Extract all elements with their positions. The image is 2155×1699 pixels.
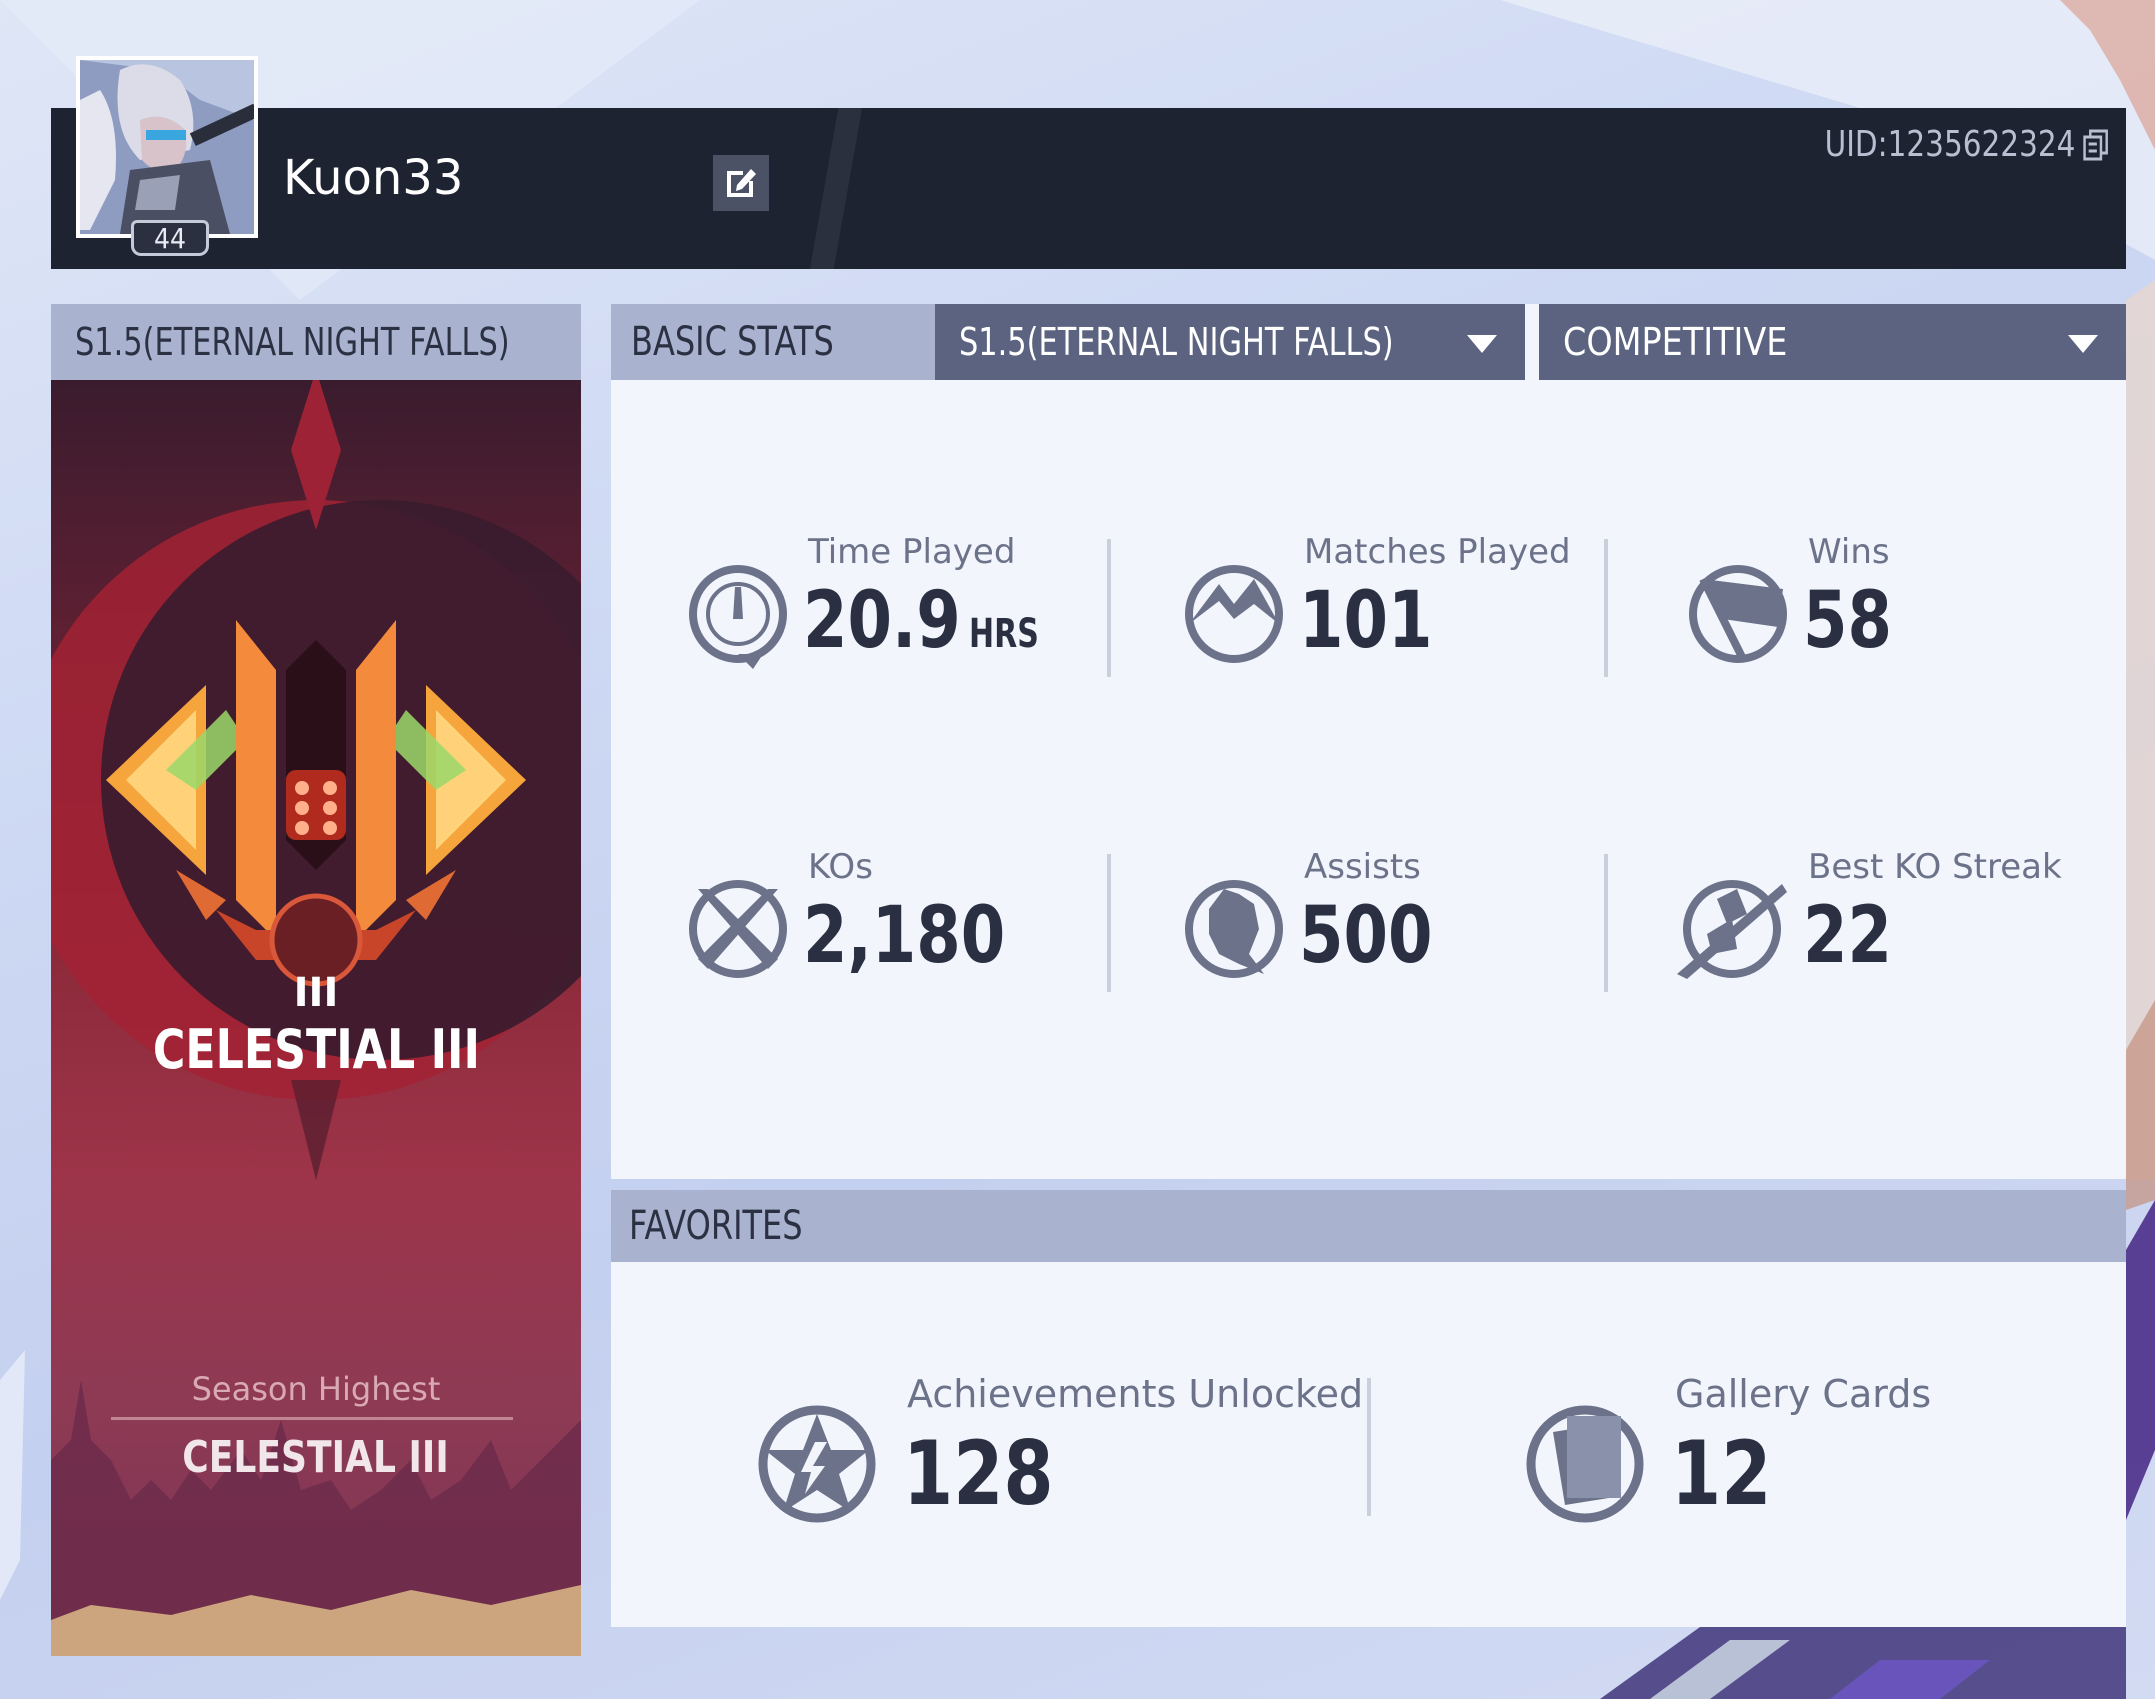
season-dropdown[interactable]: S1.5(ETERNAL NIGHT FALLS) [935, 304, 1525, 380]
mode-dropdown-value: COMPETITIVE [1563, 320, 1788, 364]
username: Kuon33 [283, 150, 464, 206]
flag-icon [1689, 565, 1787, 663]
chevron-down-icon [2068, 335, 2098, 353]
rank-card: S1.5(ETERNAL NIGHT FALLS) III CELESTIAL … [51, 304, 581, 1656]
season-highest-rank: CELESTIAL III [182, 1432, 450, 1483]
rank-name: CELESTIAL III [152, 1018, 480, 1081]
avatar-portrait [80, 60, 254, 234]
favorite-label: Gallery Cards [1675, 1372, 1932, 1416]
crossed-swords-icon [689, 880, 787, 978]
stat-value: 2,180 [803, 891, 1006, 981]
mode-dropdown[interactable]: COMPETITIVE [1539, 304, 2126, 380]
stat-unit: HRS [969, 611, 1040, 657]
edit-name-button[interactable] [713, 155, 769, 211]
stat-value: 58 [1803, 576, 1893, 666]
cards-icon [1526, 1405, 1644, 1523]
divider [1604, 539, 1608, 677]
stat-value: 500 [1299, 891, 1433, 981]
divider [1604, 854, 1608, 992]
stat-label: Time Played [808, 532, 1016, 572]
tab-basic-stats[interactable]: BASIC STATS [611, 304, 935, 380]
stat-value: 22 [1803, 891, 1893, 981]
divider [1367, 1378, 1371, 1516]
divider [1107, 854, 1111, 992]
favorite-value: 12 [1671, 1422, 1772, 1525]
favorites-panel: FAVORITES Achievements Unlocked 128 Gall… [611, 1190, 2126, 1627]
season-divider [111, 1417, 513, 1420]
stopwatch-icon [689, 565, 787, 669]
fist-icon [1185, 880, 1283, 978]
stat-value: 20.9 HRS [803, 576, 1040, 666]
uid-display[interactable]: UID:1235622324 [1825, 124, 2110, 165]
stat-best-ko-streak: Best KO Streak 22 [1677, 829, 2137, 989]
stat-value: 101 [1299, 576, 1433, 666]
stat-label: Best KO Streak [1808, 847, 2062, 887]
divider [1107, 539, 1111, 677]
stats-header: BASIC STATS S1.5(ETERNAL NIGHT FALLS) CO… [611, 304, 2126, 380]
stat-label: Wins [1808, 532, 1890, 572]
rank-numeral: III [293, 970, 339, 1016]
favorites-header: FAVORITES [611, 1190, 2126, 1262]
season-dropdown-value: S1.5(ETERNAL NIGHT FALLS) [959, 320, 1394, 364]
basic-stats-panel: BASIC STATS S1.5(ETERNAL NIGHT FALLS) CO… [611, 304, 2126, 1179]
stat-time-played: Time Played 20.9 HRS [683, 514, 1143, 674]
edit-icon [727, 169, 756, 197]
tab-basic-stats-label: BASIC STATS [631, 319, 834, 365]
streak-icon [1677, 880, 1787, 979]
stat-matches-played: Matches Played 101 [1179, 514, 1639, 674]
stat-assists: Assists 500 [1179, 829, 1639, 989]
avatar[interactable] [76, 56, 258, 238]
level-badge: 44 [131, 220, 209, 256]
favorite-label: Achievements Unlocked [907, 1372, 1364, 1416]
favorite-achievements: Achievements Unlocked 128 [755, 1372, 1363, 1542]
favorites-title: FAVORITES [629, 1203, 803, 1249]
uid-text: UID:1235622324 [1824, 124, 2076, 165]
favorite-value: 128 [903, 1422, 1054, 1525]
stat-label: Matches Played [1304, 532, 1571, 572]
header-divider [791, 108, 881, 269]
copy-icon[interactable] [2082, 128, 2110, 162]
season-highest-label: Season Highest [191, 1370, 441, 1408]
rank-card-body: III CELESTIAL III Season Highest CELESTI… [51, 380, 581, 1656]
favorite-gallery-cards: Gallery Cards 12 [1523, 1372, 2083, 1542]
rank-season-label: S1.5(ETERNAL NIGHT FALLS) [75, 320, 510, 364]
stat-kos: KOs 2,180 [683, 829, 1143, 989]
stat-wins: Wins 58 [1683, 514, 2143, 674]
stat-label: KOs [808, 847, 873, 887]
stat-label: Assists [1304, 847, 1421, 887]
chevron-down-icon [1467, 335, 1497, 353]
rank-season-tab: S1.5(ETERNAL NIGHT FALLS) [51, 304, 581, 380]
star-achievement-icon [758, 1405, 876, 1523]
mountain-icon [1185, 565, 1283, 663]
